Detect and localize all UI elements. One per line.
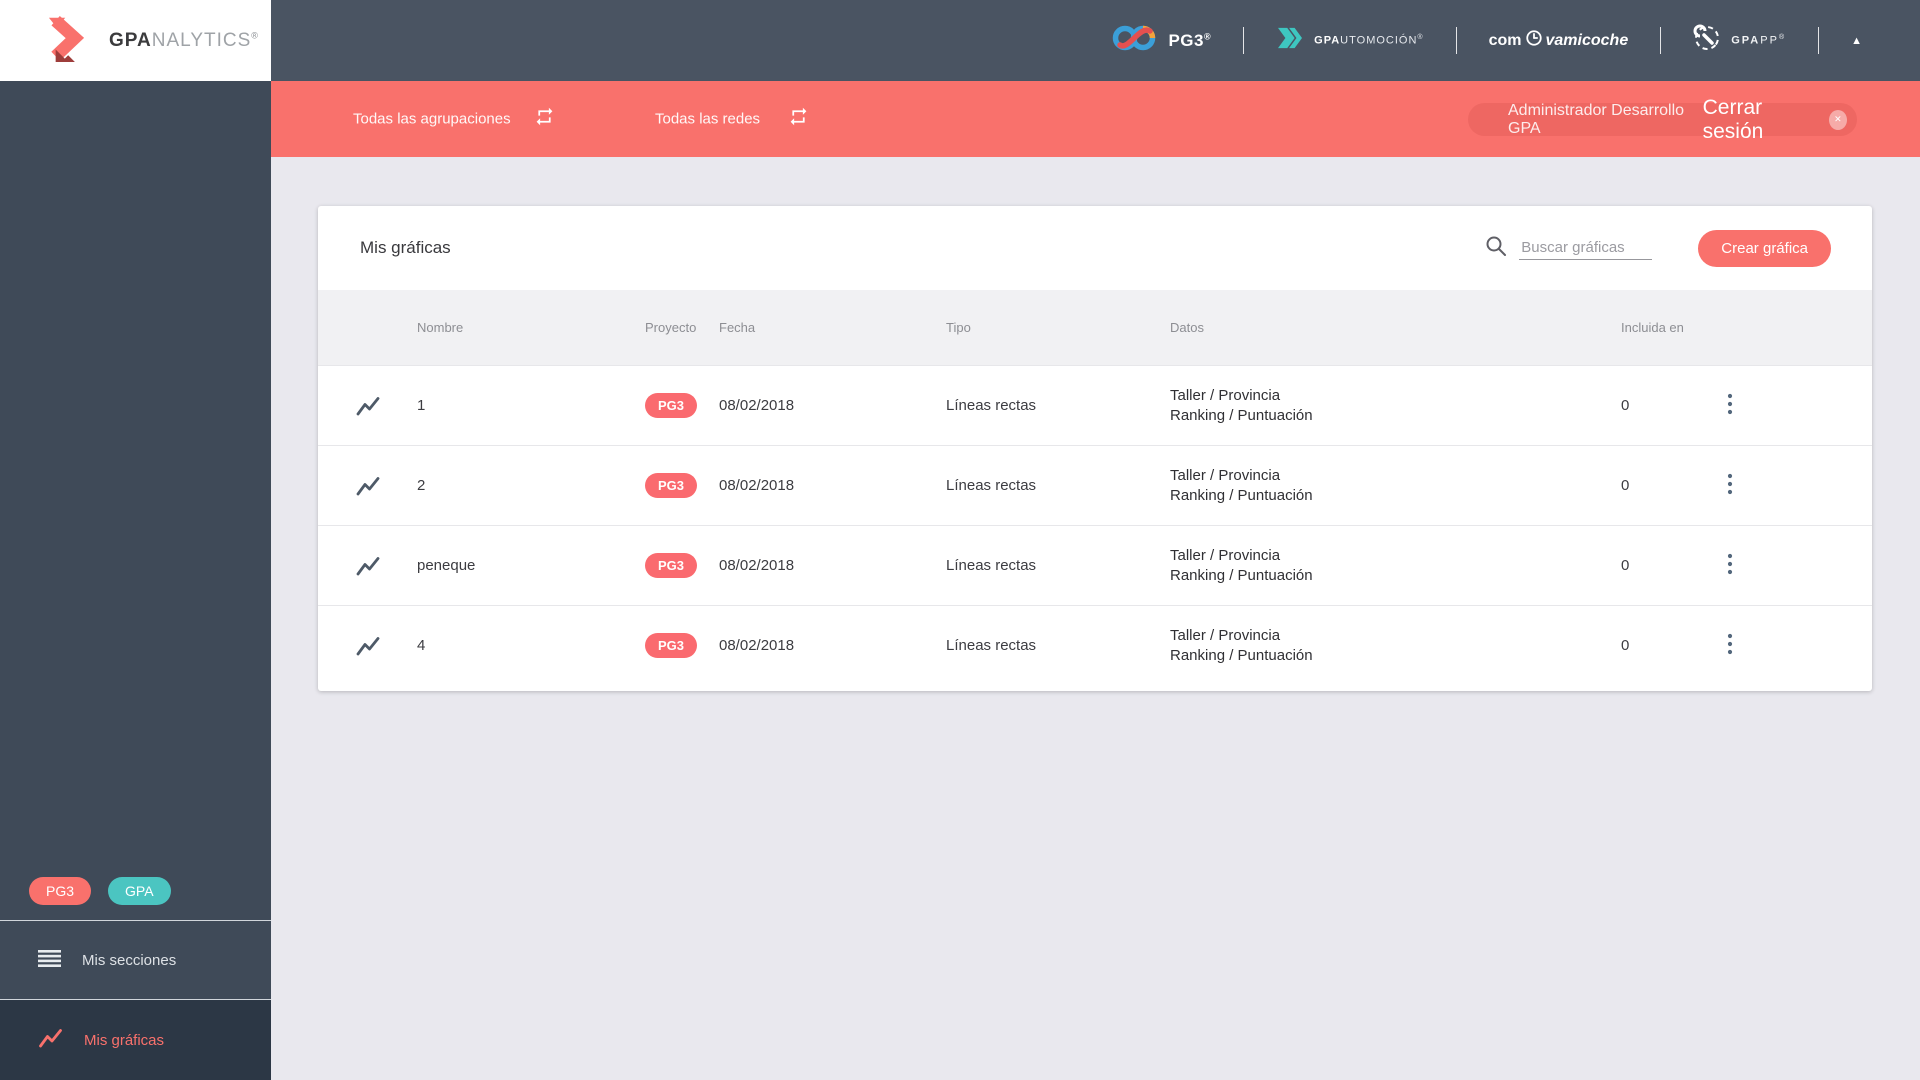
- chart-line-icon: [318, 555, 408, 577]
- agrupaciones-selector[interactable]: Todas las agrupaciones: [353, 111, 511, 128]
- col-datos: Datos: [1170, 320, 1204, 335]
- header-divider: [1455, 27, 1457, 54]
- swap-agrupaciones-icon[interactable]: [534, 106, 555, 132]
- chart-line-icon: [318, 395, 408, 417]
- top-header: PG3® GPAUTOMOCIÓN® com vamicoche GPAPP® …: [271, 0, 1920, 81]
- col-tipo: Tipo: [946, 320, 971, 335]
- pg3-infinity-icon: [1112, 23, 1158, 58]
- pg3-logo: PG3®: [1112, 23, 1211, 58]
- user-session-pill: Administrador Desarrollo GPA Cerrar sesi…: [1468, 96, 1857, 143]
- chart-line-icon: [318, 475, 408, 497]
- gpapp-logo: GPAPP®: [1693, 24, 1786, 57]
- search-icon[interactable]: [1485, 235, 1507, 262]
- compravamicoche-logo: com vamicoche: [1489, 29, 1628, 52]
- row-menu-button[interactable]: [1719, 629, 1741, 662]
- logout-icon[interactable]: ✕: [1828, 109, 1847, 130]
- swap-redes-icon[interactable]: [788, 106, 809, 132]
- row-date: 08/02/2018: [719, 557, 795, 574]
- row-menu-button[interactable]: [1719, 549, 1741, 582]
- gpanalytics-logo-text: GPANALYTICS®: [109, 29, 259, 51]
- row-data: Taller / Provincia Ranking / Puntuación: [1170, 386, 1313, 424]
- main-content: Mis gráficas Crear gráfica Nombre Proyec…: [271, 157, 1920, 1080]
- sidebar-item-label: Mis secciones: [82, 951, 177, 969]
- gpautomocion-arrow-icon: [1276, 26, 1304, 55]
- row-type: Líneas rectas: [946, 477, 1037, 494]
- gpanalytics-logo-icon: [47, 13, 97, 68]
- row-menu-button[interactable]: [1719, 469, 1741, 502]
- gpapp-logo-text: GPAPP®: [1731, 34, 1787, 47]
- row-data: Taller / Provincia Ranking / Puntuación: [1170, 546, 1313, 584]
- gpapp-wrench-icon: [1693, 24, 1721, 57]
- charts-card: Mis gráficas Crear gráfica Nombre Proyec…: [318, 206, 1872, 691]
- sidebar-badge-pg3[interactable]: PG3: [29, 877, 92, 905]
- project-badge: PG3: [645, 473, 698, 498]
- filter-bar: Todas las agrupaciones Todas las redes A…: [271, 81, 1920, 157]
- row-date: 08/02/2018: [719, 637, 795, 654]
- sidebar: PG3 GPA Mis secciones Mis gráficas: [0, 81, 271, 1080]
- clock-icon: [1525, 29, 1543, 52]
- app-logo-box: GPANALYTICS®: [0, 0, 271, 81]
- row-type: Líneas rectas: [946, 557, 1037, 574]
- sidebar-item-label: Mis gráficas: [84, 1031, 165, 1049]
- gpautomocion-logo: GPAUTOMOCIÓN®: [1276, 26, 1423, 55]
- project-badge: PG3: [645, 393, 698, 418]
- row-data: Taller / Provincia Ranking / Puntuación: [1170, 466, 1313, 504]
- page-title: Mis gráficas: [360, 238, 451, 257]
- row-name: 1: [417, 397, 426, 414]
- row-name: peneque: [417, 557, 476, 574]
- row-included-count: 0: [1621, 637, 1630, 654]
- table-header: Nombre Proyecto Fecha Tipo Datos Incluid…: [318, 290, 1872, 365]
- table-row: peneque PG3 08/02/2018 Líneas rectas Tal…: [318, 525, 1872, 605]
- chart-line-icon: [38, 1027, 63, 1053]
- col-incluida: Incluida en: [1621, 320, 1684, 335]
- header-divider: [1818, 27, 1820, 54]
- search-input[interactable]: [1519, 236, 1653, 260]
- user-name: Administrador Desarrollo GPA: [1508, 101, 1685, 137]
- header-divider: [1660, 27, 1662, 54]
- header-divider: [1243, 27, 1245, 54]
- row-type: Líneas rectas: [946, 397, 1037, 414]
- col-proyecto: Proyecto: [645, 320, 697, 335]
- table-row: 1 PG3 08/02/2018 Líneas rectas Taller / …: [318, 365, 1872, 445]
- table-row: 2 PG3 08/02/2018 Líneas rectas Taller / …: [318, 445, 1872, 525]
- sections-icon: [38, 949, 61, 971]
- row-type: Líneas rectas: [946, 637, 1037, 654]
- sidebar-item-mis-graficas[interactable]: Mis gráficas: [0, 1000, 271, 1080]
- table-row: 4 PG3 08/02/2018 Líneas rectas Taller / …: [318, 605, 1872, 685]
- redes-selector[interactable]: Todas las redes: [655, 111, 760, 128]
- sidebar-badge-gpa[interactable]: GPA: [108, 877, 171, 905]
- col-nombre: Nombre: [417, 320, 464, 335]
- row-included-count: 0: [1621, 397, 1630, 414]
- pg3-logo-text: PG3®: [1168, 30, 1212, 50]
- row-date: 08/02/2018: [719, 477, 795, 494]
- col-fecha: Fecha: [719, 320, 756, 335]
- row-date: 08/02/2018: [719, 397, 795, 414]
- collapse-header-arrow[interactable]: ▲: [1851, 35, 1862, 47]
- logout-button[interactable]: Cerrar sesión: [1703, 96, 1818, 144]
- row-included-count: 0: [1621, 477, 1630, 494]
- row-included-count: 0: [1621, 557, 1630, 574]
- project-badge: PG3: [645, 633, 698, 658]
- project-badge: PG3: [645, 553, 698, 578]
- row-data: Taller / Provincia Ranking / Puntuación: [1170, 626, 1313, 664]
- chart-line-icon: [318, 635, 408, 657]
- gpautomocion-logo-text: GPAUTOMOCIÓN®: [1314, 34, 1424, 47]
- row-name: 4: [417, 637, 426, 654]
- row-menu-button[interactable]: [1719, 389, 1741, 422]
- row-name: 2: [417, 477, 426, 494]
- create-chart-button[interactable]: Crear gráfica: [1698, 229, 1831, 267]
- sidebar-item-mis-secciones[interactable]: Mis secciones: [0, 921, 271, 999]
